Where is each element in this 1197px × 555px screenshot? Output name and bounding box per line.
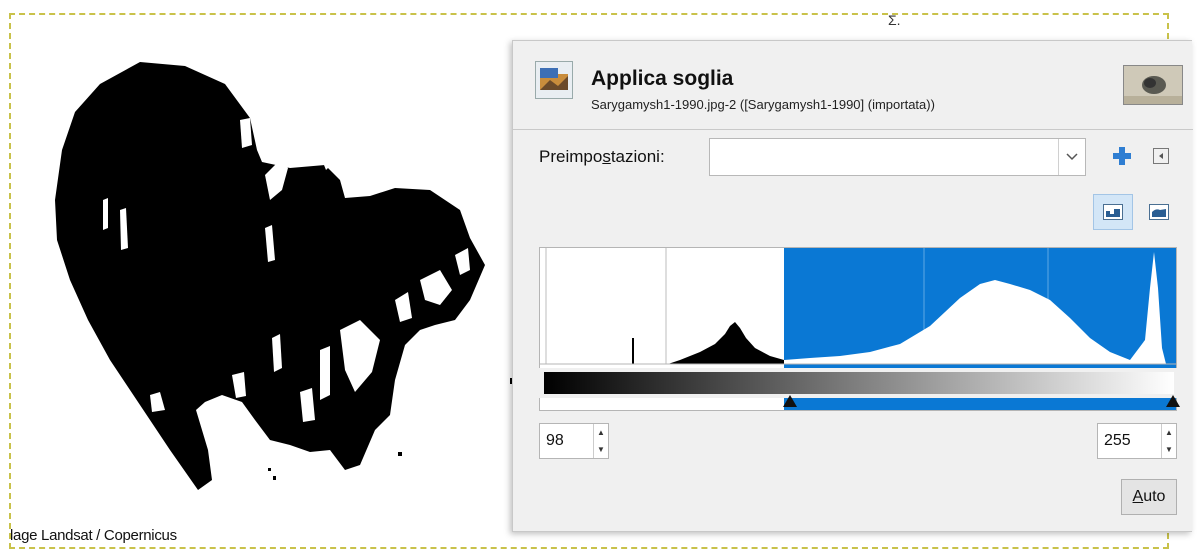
linear-histogram-button[interactable]	[1093, 194, 1133, 230]
header-separator	[513, 129, 1193, 130]
log-histogram-button[interactable]	[1139, 194, 1179, 230]
high-threshold-spinbutton[interactable]: 255 ▲ ▼	[1097, 423, 1177, 459]
presets-label: Preimpostazioni:	[539, 147, 665, 166]
auto-button[interactable]: Auto	[1121, 479, 1177, 515]
spin-up-icon[interactable]: ▲	[1162, 424, 1176, 441]
plus-icon	[1113, 147, 1131, 165]
add-preset-button[interactable]	[1111, 145, 1133, 167]
histogram-dark-peaks	[632, 322, 784, 364]
presets-combobox[interactable]	[709, 138, 1086, 176]
spin-arrows[interactable]: ▲ ▼	[1161, 424, 1176, 458]
image-credit: lage Landsat / Copernicus	[10, 527, 177, 544]
dialog-subtitle: Sarygamysh1-1990.jpg-2 ([Sarygamysh1-199…	[591, 97, 935, 112]
threshold-dialog: Applica soglia Sarygamysh1-1990.jpg-2 ([…	[512, 40, 1193, 532]
dialog-menu-button[interactable]	[1153, 148, 1169, 164]
low-threshold-value: 98	[546, 432, 564, 449]
threshold-tool-icon	[535, 61, 573, 99]
spin-down-icon[interactable]: ▼	[594, 441, 608, 458]
linear-histogram-icon	[1103, 204, 1123, 220]
log-histogram-icon	[1149, 204, 1169, 220]
value-gradient-bar	[544, 372, 1174, 394]
spin-arrows[interactable]: ▲ ▼	[593, 424, 608, 458]
dialog-header: Applica soglia Sarygamysh1-1990.jpg-2 ([…	[513, 41, 1193, 127]
canvas-corner-mark: Σ.	[888, 12, 901, 28]
high-threshold-slider-handle[interactable]	[1166, 395, 1180, 407]
chevron-down-icon[interactable]	[1058, 139, 1085, 175]
spin-down-icon[interactable]: ▼	[1162, 441, 1176, 458]
high-threshold-value: 255	[1104, 432, 1131, 449]
dialog-menu-icon	[1159, 153, 1163, 159]
low-threshold-spinbutton[interactable]: 98 ▲ ▼	[539, 423, 609, 459]
image-thumbnail	[1123, 65, 1183, 105]
low-threshold-slider-handle[interactable]	[783, 395, 797, 407]
spin-up-icon[interactable]: ▲	[594, 424, 608, 441]
dialog-title: Applica soglia	[591, 67, 734, 90]
